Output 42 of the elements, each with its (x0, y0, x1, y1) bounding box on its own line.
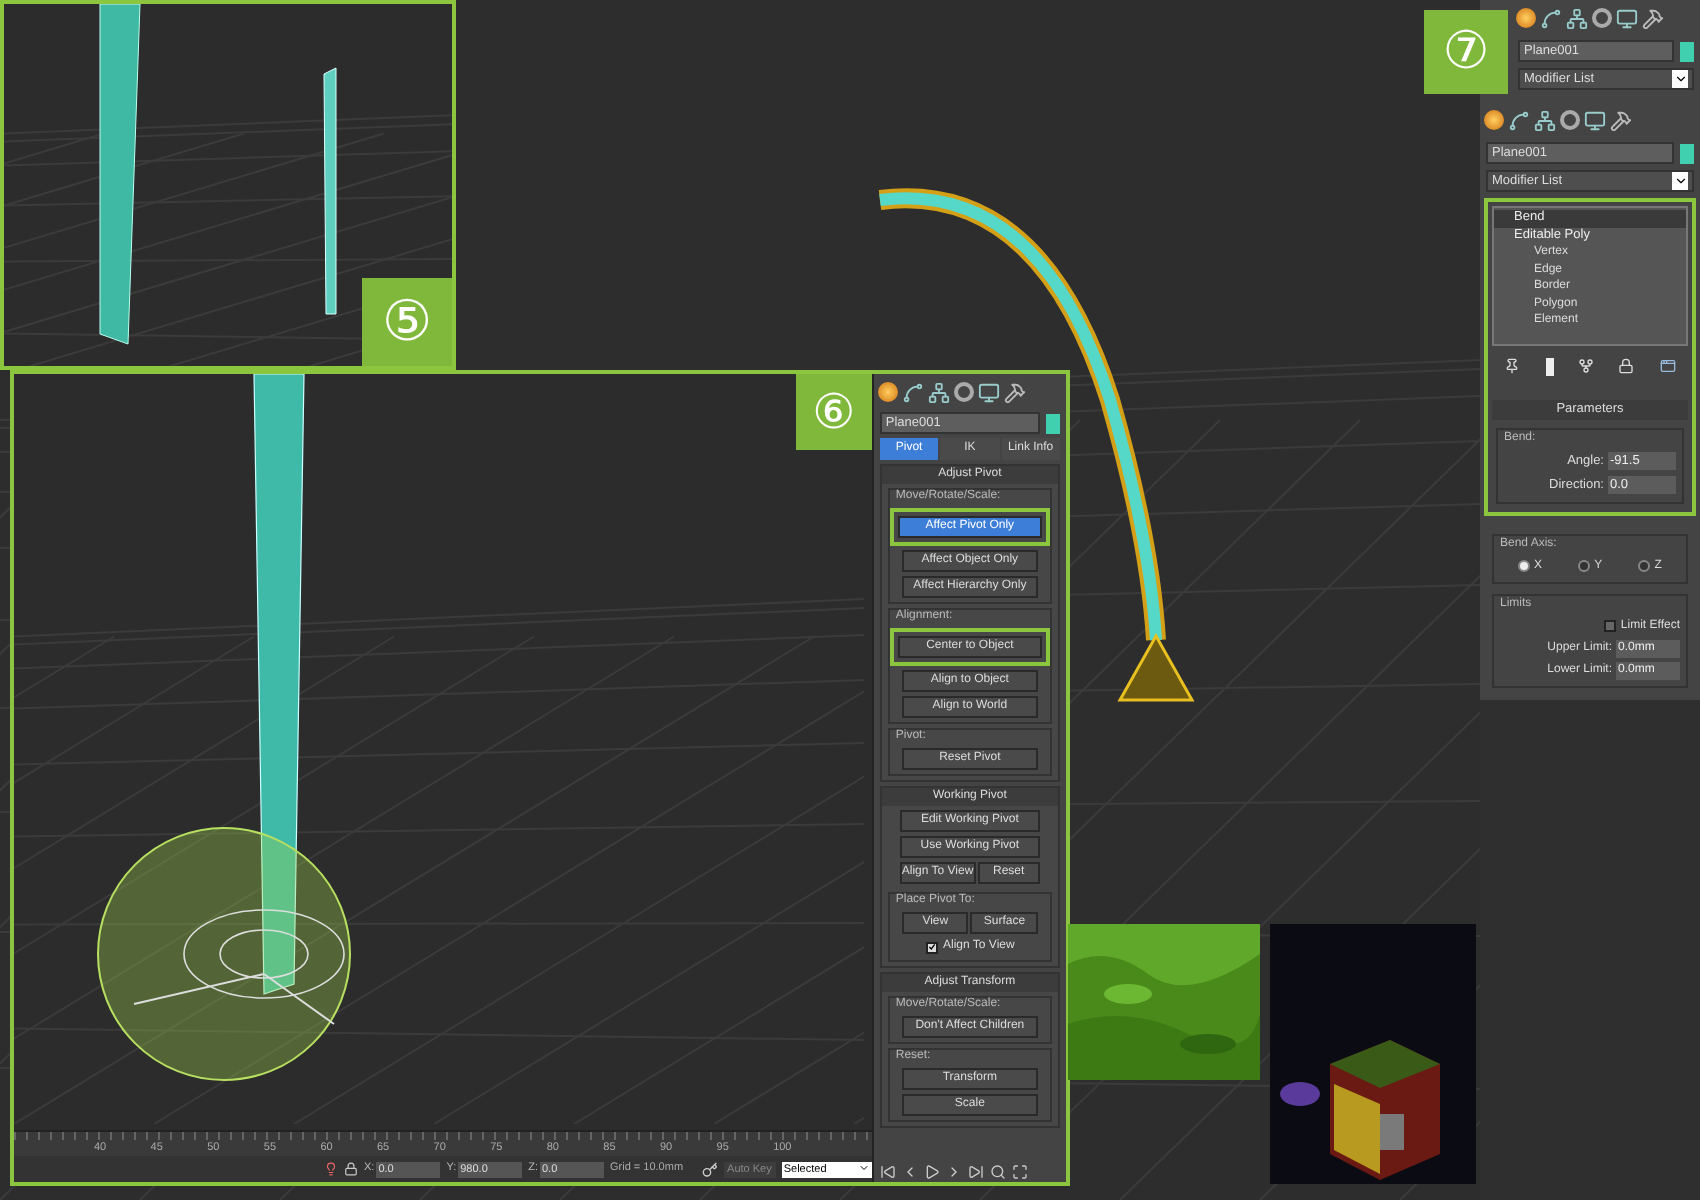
hierarchy-icon[interactable] (1566, 7, 1588, 29)
hierarchy-icon[interactable] (1534, 109, 1556, 131)
lock-icon[interactable] (1618, 358, 1635, 374)
step-badge: ⑦ (1424, 10, 1508, 94)
curve-icon[interactable] (901, 381, 924, 403)
zoom-icon[interactable] (989, 1164, 1006, 1180)
monitor-icon[interactable] (1616, 7, 1638, 29)
key-icon[interactable] (701, 1161, 718, 1177)
checkbox[interactable] (925, 941, 938, 953)
hammer-icon[interactable] (1642, 7, 1664, 29)
bar-icon[interactable] (1545, 358, 1554, 376)
maximize-icon[interactable] (1011, 1164, 1028, 1180)
radio-button[interactable] (1578, 560, 1591, 572)
monitor-icon[interactable] (977, 381, 1000, 403)
play-icon[interactable] (923, 1164, 940, 1180)
hammer-icon[interactable] (1003, 381, 1026, 403)
curve-icon[interactable] (1540, 7, 1562, 29)
lock-icon[interactable] (344, 1162, 358, 1176)
pin-icon[interactable] (1504, 358, 1521, 374)
monitor-icon[interactable] (1584, 109, 1606, 131)
go-to-start-icon[interactable] (879, 1164, 896, 1180)
radio-button[interactable] (1638, 560, 1651, 572)
radio-button[interactable] (1518, 560, 1531, 572)
caret-icon (1673, 174, 1687, 188)
checkbox[interactable] (1604, 620, 1617, 632)
fork-icon[interactable] (1577, 358, 1594, 374)
light-icon[interactable] (877, 382, 898, 402)
step-badge: ⑥ (795, 374, 872, 450)
caret-icon (857, 1161, 870, 1173)
bulb-icon[interactable] (324, 1162, 338, 1176)
hammer-icon[interactable] (1610, 109, 1632, 131)
step-badge: ⑤ (362, 278, 452, 366)
light-icon[interactable] (1516, 8, 1536, 28)
go-to-end-icon[interactable] (967, 1164, 984, 1180)
color-swatch[interactable] (1046, 413, 1060, 433)
color-swatch[interactable] (1680, 143, 1694, 163)
window-icon[interactable] (1659, 358, 1676, 374)
hierarchy-icon[interactable] (927, 381, 950, 403)
curve-icon[interactable] (1508, 109, 1530, 131)
caret-icon (1673, 72, 1687, 86)
color-swatch[interactable] (1680, 41, 1694, 61)
light-icon[interactable] (1484, 110, 1504, 130)
